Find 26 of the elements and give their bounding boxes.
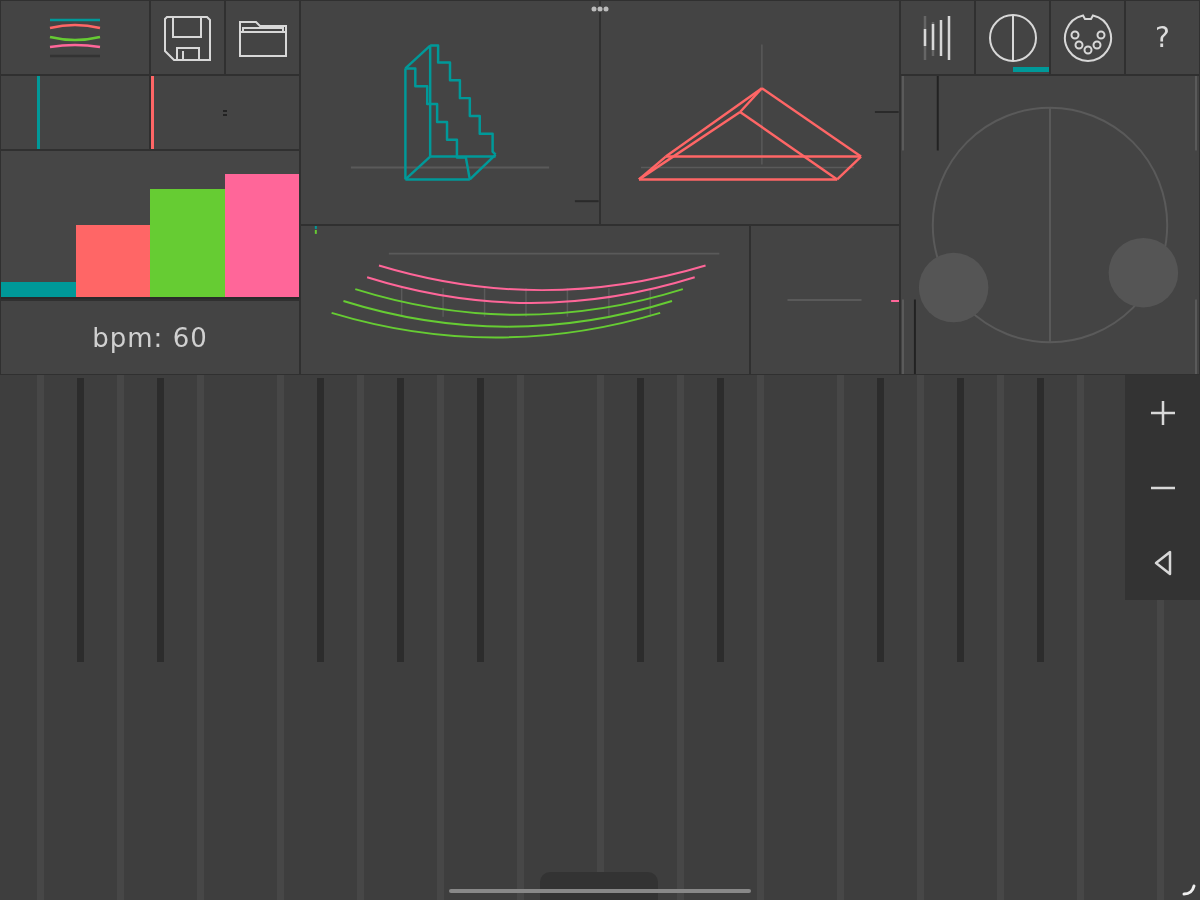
triangle-left-icon xyxy=(1153,549,1172,576)
tab[interactable] xyxy=(1050,0,1125,75)
tab[interactable] xyxy=(975,0,1050,75)
connector-icon xyxy=(1062,12,1113,63)
selected-indicator xyxy=(1013,67,1049,72)
open-folder-button[interactable] xyxy=(225,0,300,75)
bpm-label: bpm: 60 xyxy=(92,322,208,353)
staircase-wireframe-drawing[interactable] xyxy=(404,44,497,181)
grip-icon xyxy=(223,109,227,116)
slider-marker[interactable] xyxy=(151,76,154,149)
wave-lines-icon xyxy=(49,17,101,58)
channel-tick xyxy=(890,300,899,302)
minus-icon xyxy=(1149,485,1176,490)
curves-drawing[interactable] xyxy=(330,264,707,339)
more-dots-icon[interactable] xyxy=(591,6,609,12)
menu-button[interactable] xyxy=(0,0,150,75)
channel-ticks xyxy=(314,226,317,235)
prism-wireframe-drawing[interactable] xyxy=(638,87,862,181)
sliders-icon xyxy=(922,13,953,62)
plus-icon xyxy=(1149,399,1176,426)
corner-curl-icon xyxy=(1182,884,1196,896)
save-button[interactable] xyxy=(150,0,225,75)
tab[interactable]: ? xyxy=(1125,0,1200,75)
tab[interactable] xyxy=(900,0,975,75)
slider-marker[interactable] xyxy=(37,76,40,149)
split-circle-icon xyxy=(987,12,1038,63)
